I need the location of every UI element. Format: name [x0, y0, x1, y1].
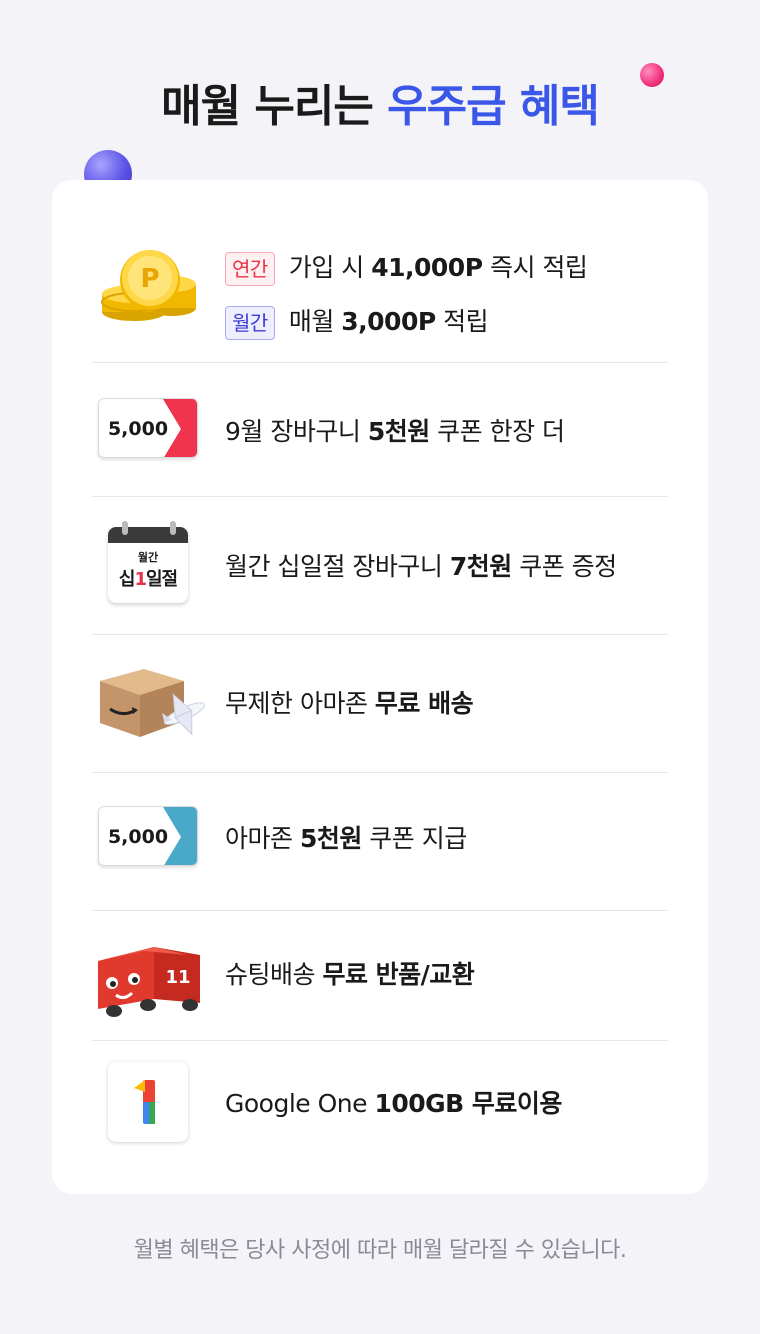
amazon-coupon-amount: 5천원: [299, 824, 362, 853]
yearly-text-pre: 가입 시: [288, 253, 372, 282]
cart-coupon-amount: 5천원: [367, 417, 430, 446]
coupon-arrow-icon: [163, 807, 197, 865]
calendar-coupon-text: 월간 십일절 장바구니 7천원 쿠폰 증정: [225, 547, 617, 583]
google-one-text: Google One 100GB 무료이용: [225, 1084, 562, 1120]
benefit-row-amazon-shipping: 무제한 아마존 무료 배송: [92, 635, 668, 773]
amazon-coupon-text: 아마존 5천원 쿠폰 지급: [225, 819, 467, 855]
calendar-coupon-post: 쿠폰 증정: [511, 552, 617, 581]
calendar-coupon-pre: 월간 십일절 장바구니: [225, 552, 450, 581]
amazon-coupon-pre: 아마존: [225, 824, 300, 853]
monthly-points-value: 3,000P: [341, 307, 436, 336]
yearly-tag: 연간: [225, 252, 275, 286]
svg-text:P: P: [140, 264, 159, 294]
shooting-return-bold: 무료 반품/교환: [322, 960, 475, 989]
pink-sphere-decoration: [640, 63, 664, 87]
amazon-shipping-pre: 무제한 아마존: [225, 689, 375, 718]
google-one-bold: 100GB 무료이용: [374, 1089, 562, 1118]
amazon-coupon-post: 쿠폰 지급: [361, 824, 467, 853]
footnote: 월별 혜택은 당사 사정에 따라 매월 달라질 수 있습니다.: [133, 1238, 627, 1263]
yearly-points-value: 41,000P: [371, 253, 483, 282]
calendar-coupon-amount: 7천원: [449, 552, 512, 581]
cart-coupon-text: 9월 장바구니 5천원 쿠폰 한장 더: [225, 412, 565, 448]
benefit-row-points: P 연간 가입 시 41,000P 즉시 적립 월간 매월 3,000P 적립: [92, 200, 668, 363]
calendar-big-label: 십1일절: [118, 569, 178, 590]
blue-coupon-icon: 5,000: [98, 806, 198, 866]
benefit-row-cart-coupon: 5,000 9월 장바구니 5천원 쿠폰 한장 더: [92, 363, 668, 497]
title-main: 매월 누리는: [161, 81, 388, 132]
red-delivery-truck-icon: 11: [92, 925, 212, 1025]
yearly-text-post: 즉시 적립: [482, 253, 588, 282]
benefit-row-shooting-return: 11 슈팅배송 무료 반품/교환: [92, 911, 668, 1041]
cart-coupon-post: 쿠폰 한장 더: [429, 417, 565, 446]
benefits-card: P 연간 가입 시 41,000P 즉시 적립 월간 매월 3,000P 적립 5,…: [52, 180, 708, 1194]
svg-text:11: 11: [165, 967, 190, 988]
coupon-arrow-icon: [163, 399, 197, 457]
red-coupon-icon: 5,000: [98, 398, 198, 458]
benefit-row-calendar-coupon: 월간 십1일절 월간 십일절 장바구니 7천원 쿠폰 증정: [92, 497, 668, 635]
title-highlight: 우주급 혜택: [387, 81, 600, 132]
google-one-pre: Google One: [225, 1089, 375, 1118]
shooting-return-pre: 슈팅배송: [225, 960, 323, 989]
amazon-shipping-text: 무제한 아마존 무료 배송: [225, 684, 474, 720]
cart-coupon-pre: 9월 장바구니: [225, 417, 368, 446]
calendar-icon: 월간 십1일절: [108, 527, 188, 603]
gold-coins-icon: P: [92, 232, 212, 332]
amazon-shipping-bold: 무료 배송: [374, 689, 474, 718]
shooting-return-text: 슈팅배송 무료 반품/교환: [225, 955, 475, 991]
benefit-row-google-one: Google One 100GB 무료이용: [92, 1041, 668, 1181]
amazon-box-plane-icon: [92, 655, 212, 755]
monthly-text-post: 적립: [435, 307, 489, 336]
calendar-small-label: 월간: [137, 551, 159, 564]
monthly-text-pre: 매월: [288, 307, 342, 336]
monthly-tag: 월간: [225, 306, 275, 340]
yearly-points-line: 연간 가입 시 41,000P 즉시 적립: [225, 248, 588, 286]
google-one-icon: [108, 1062, 188, 1142]
monthly-points-line: 월간 매월 3,000P 적립: [225, 302, 489, 340]
benefit-row-amazon-coupon: 5,000 아마존 5천원 쿠폰 지급: [92, 773, 668, 911]
